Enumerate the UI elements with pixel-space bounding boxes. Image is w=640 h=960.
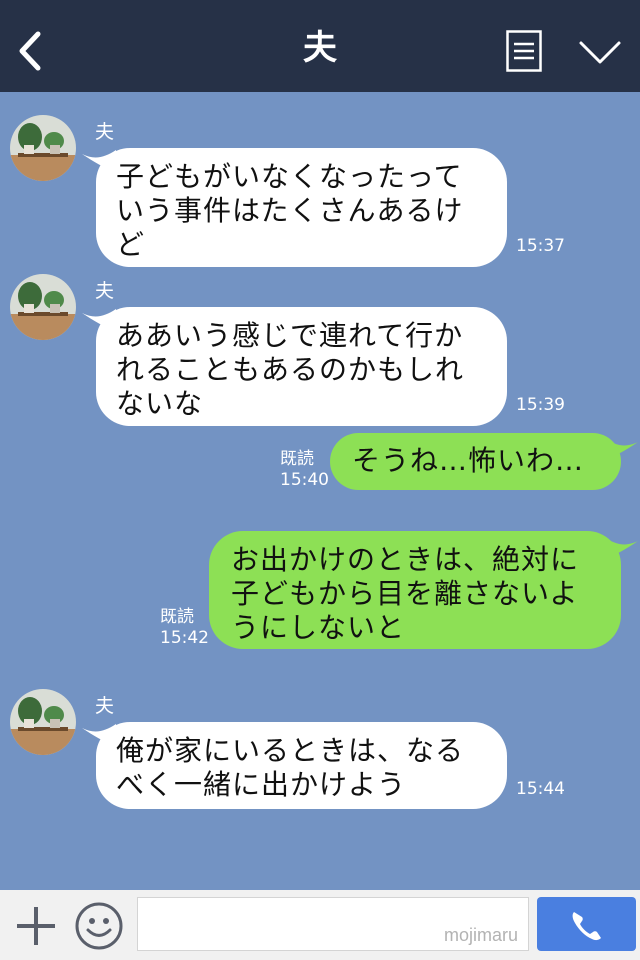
- message-line: お出かけのときは、絶対に: [231, 543, 580, 576]
- smiley-icon[interactable]: [74, 901, 124, 951]
- chat-title: 夫: [303, 28, 337, 68]
- avatar[interactable]: [10, 274, 76, 340]
- message-line: 子どもがいなくなったって: [116, 160, 463, 193]
- message-bubble[interactable]: 子どもがいなくなったって いう事件はたくさんあるけ ど: [96, 148, 507, 267]
- message-line: ないな: [116, 387, 204, 420]
- sender-name: 夫: [95, 280, 115, 302]
- message-line: いう事件はたくさんあるけ: [116, 194, 464, 227]
- message-line: べく一緒に出かけよう: [116, 768, 407, 801]
- message-line: 俺が家にいるときは、なる: [116, 734, 465, 767]
- sender-name: 夫: [95, 121, 115, 143]
- timestamp: 15:40: [280, 470, 329, 490]
- call-button[interactable]: [537, 897, 636, 951]
- menu-list-icon[interactable]: [506, 30, 542, 72]
- sender-name: 夫: [95, 695, 115, 717]
- chat-header: 夫: [0, 0, 640, 92]
- plant-photo-icon: [10, 689, 76, 755]
- timestamp: 15:39: [516, 395, 565, 415]
- avatar[interactable]: [10, 115, 76, 181]
- message-line: れることもあるのかもしれ: [116, 353, 465, 386]
- watermark: mojimaru: [443, 925, 518, 945]
- plus-icon[interactable]: [14, 904, 58, 948]
- phone-icon: [572, 912, 601, 941]
- message-bubble[interactable]: お出かけのときは、絶対に 子どもから目を離さないよ うにしないと: [209, 531, 621, 649]
- message-line: ど: [116, 228, 146, 261]
- avatar[interactable]: [10, 689, 76, 755]
- plant-photo-icon: [10, 115, 76, 181]
- message-line: うにしないと: [231, 611, 406, 644]
- timestamp: 15:42: [160, 628, 209, 648]
- message-bubble[interactable]: 俺が家にいるときは、なる べく一緒に出かけよう: [96, 722, 507, 809]
- timestamp: 15:37: [516, 236, 565, 256]
- message-bubble[interactable]: ああいう感じで連れて行か れることもあるのかもしれ ないな: [96, 307, 507, 426]
- message-line: そうね…怖いわ…: [352, 444, 585, 477]
- message-input[interactable]: mojimaru: [137, 897, 529, 951]
- timestamp: 15:44: [516, 779, 565, 799]
- message-line: ああいう感じで連れて行か: [116, 319, 464, 352]
- chevron-down-icon[interactable]: [578, 38, 622, 66]
- read-receipt: 既読: [160, 607, 194, 627]
- back-icon[interactable]: [14, 30, 48, 72]
- message-line: 子どもから目を離さないよ: [231, 577, 579, 610]
- message-bubble[interactable]: そうね…怖いわ…: [330, 433, 621, 490]
- read-receipt: 既読: [280, 449, 314, 469]
- plant-photo-icon: [10, 274, 76, 340]
